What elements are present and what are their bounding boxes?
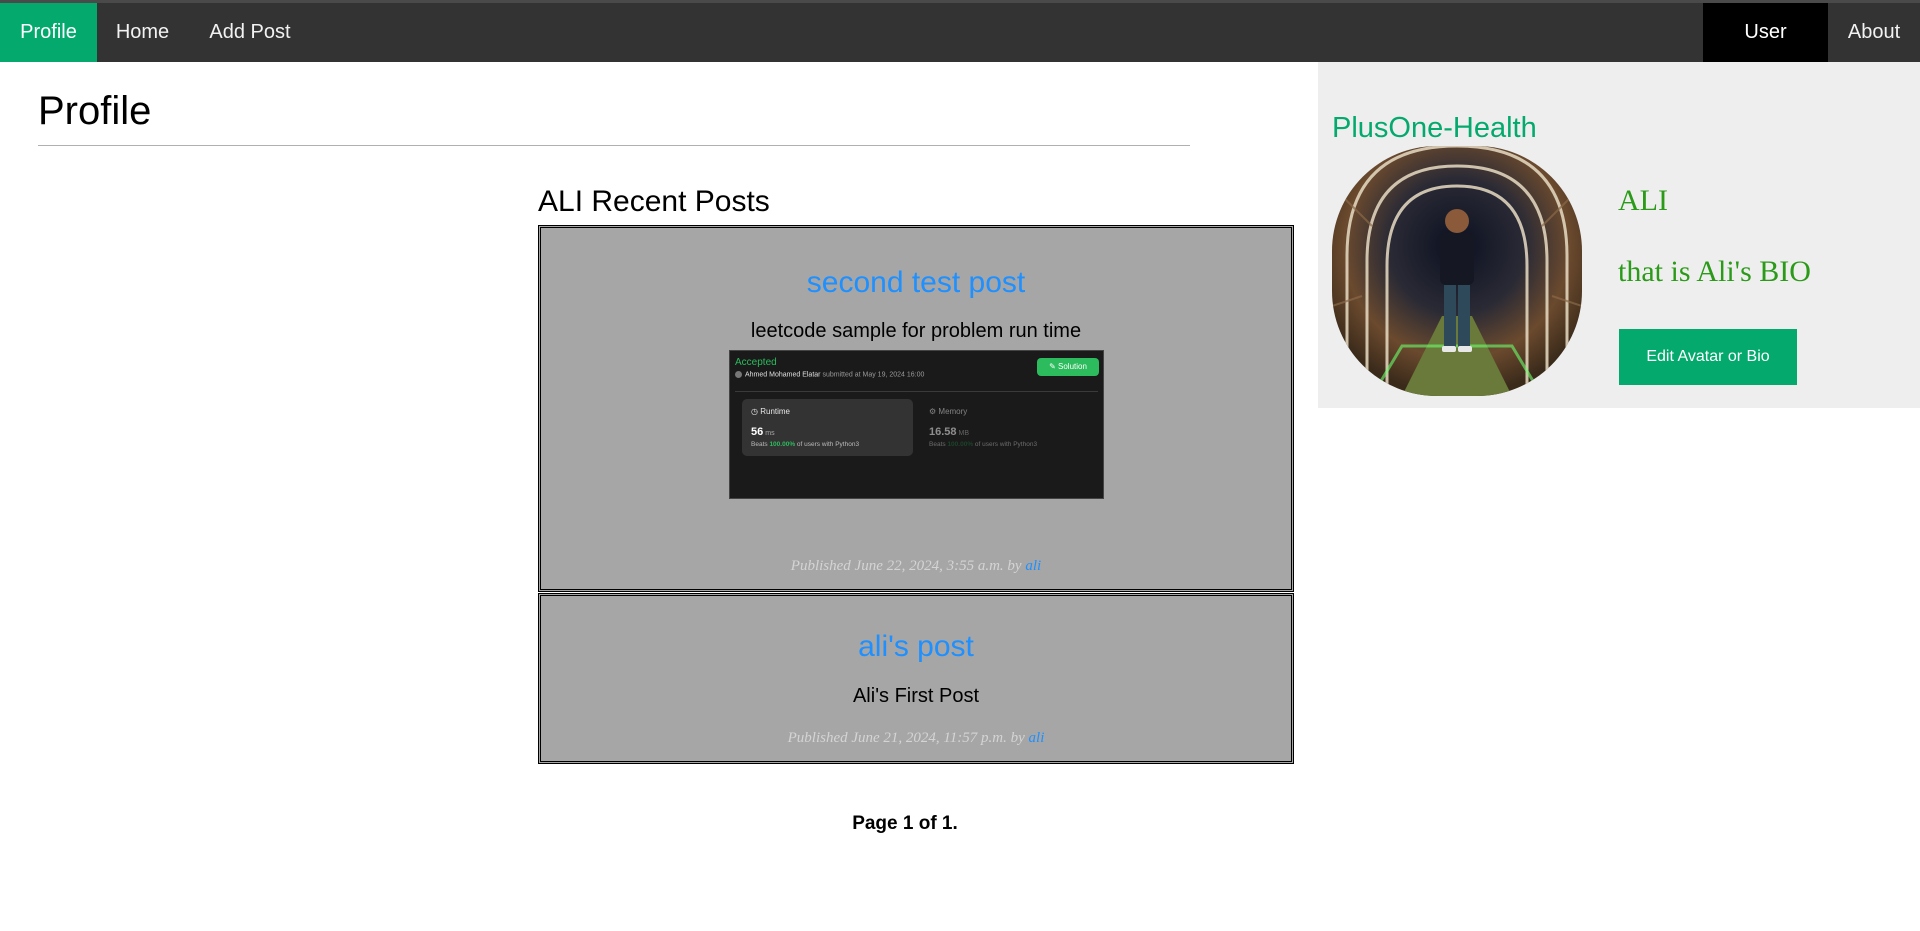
nav-link-profile[interactable]: Profile bbox=[0, 3, 97, 62]
lc-runtime-beats: Beats 100.00% of users with Python3 bbox=[751, 441, 860, 448]
lc-status: Accepted bbox=[735, 357, 777, 368]
post-body: leetcode sample for problem run time bbox=[750, 320, 1082, 342]
profile-bio: that is Ali's BIO bbox=[1618, 255, 1811, 288]
post-meta: Published June 22, 2024, 3:55 a.m. by al… bbox=[541, 558, 1291, 575]
nav-link-about[interactable]: About bbox=[1828, 3, 1920, 62]
post-title-link[interactable]: ali's post bbox=[541, 630, 1291, 664]
lc-memory-label: ⚙ Memory bbox=[929, 407, 968, 416]
lc-memory-card: ⚙ Memory 16.58 MB Beats 100.00% of users … bbox=[920, 399, 1091, 456]
post-published-text: Published June 22, 2024, 3:55 a.m. by bbox=[790, 558, 1026, 574]
edit-icon: ✎ bbox=[1049, 362, 1056, 371]
nav-link-user[interactable]: User bbox=[1703, 3, 1828, 62]
user-avatar-image bbox=[1332, 146, 1582, 396]
post-image-leetcode-result: Accepted Ahmed Mohamed Elatar submitted … bbox=[729, 350, 1104, 499]
recent-posts-heading: ALI Recent Posts bbox=[538, 185, 770, 218]
lc-submitter-name: Ahmed Mohamed Elatar bbox=[745, 371, 821, 379]
lc-solution-button: ✎ Solution bbox=[1037, 358, 1099, 376]
nav-link-home[interactable]: Home bbox=[97, 3, 188, 62]
post-meta: Published June 21, 2024, 11:57 p.m. by a… bbox=[541, 730, 1291, 747]
user-avatar-icon bbox=[735, 371, 742, 378]
post-body: Ali's First Post bbox=[852, 685, 980, 707]
post-published-text: Published June 21, 2024, 11:57 p.m. by bbox=[787, 730, 1029, 746]
page-title: Profile bbox=[38, 89, 152, 133]
lc-submission-info: Ahmed Mohamed Elatar submitted at May 19… bbox=[735, 371, 924, 378]
post-card: ali's post Ali's First Post Published Ju… bbox=[538, 593, 1294, 764]
top-navbar: Profile Home Add Post User About bbox=[0, 0, 1920, 62]
lc-submitted-text: submitted at May 19, 2024 16:00 bbox=[822, 371, 925, 379]
lc-runtime-value: 56 ms bbox=[751, 426, 775, 438]
site-name: PlusOne-Health bbox=[1332, 112, 1537, 144]
profile-sidebar: PlusOne-Health ALI that is Ali's BIO Edi… bbox=[1318, 62, 1920, 408]
lc-memory-value: 16.58 MB bbox=[929, 426, 970, 438]
edit-avatar-bio-button[interactable]: Edit Avatar or Bio bbox=[1619, 329, 1797, 385]
post-title-link[interactable]: second test post bbox=[541, 266, 1291, 300]
post-author-link[interactable]: ali bbox=[1025, 558, 1041, 574]
pagination-info: Page 1 of 1. bbox=[852, 813, 958, 834]
lc-runtime-label: ◷ Runtime bbox=[751, 407, 791, 416]
profile-name: ALI bbox=[1618, 184, 1668, 217]
lc-memory-beats: Beats 100.00% of users with Python3 bbox=[929, 441, 1038, 448]
title-divider bbox=[38, 145, 1190, 146]
clock-icon: ◷ bbox=[751, 407, 758, 416]
post-card: second test post leetcode sample for pro… bbox=[538, 225, 1294, 592]
lc-divider bbox=[735, 391, 1098, 392]
nav-link-add-post[interactable]: Add Post bbox=[188, 3, 312, 62]
avatar-photo bbox=[1332, 146, 1582, 396]
lc-solution-label: Solution bbox=[1058, 362, 1087, 371]
memory-chip-icon: ⚙ bbox=[929, 407, 937, 416]
post-author-link[interactable]: ali bbox=[1029, 730, 1045, 746]
lc-runtime-card: ◷ Runtime 56 ms Beats 100.00% of users wi… bbox=[742, 399, 913, 456]
